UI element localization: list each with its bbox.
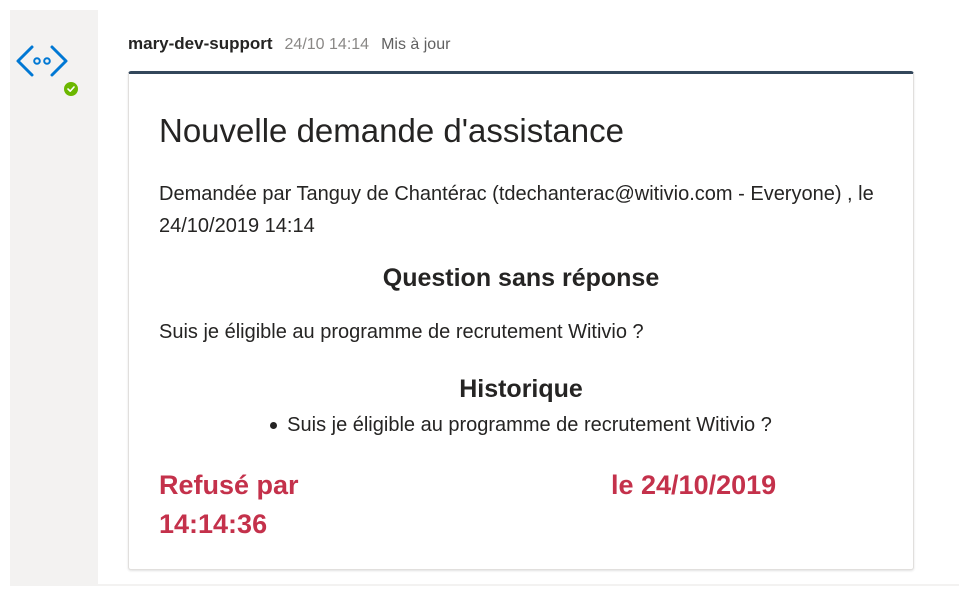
edited-label: Mis à jour (381, 36, 451, 53)
history-list: Suis je éligible au programme de recrute… (129, 414, 913, 437)
history-item: Suis je éligible au programme de recrute… (270, 414, 772, 437)
message-author[interactable]: mary-dev-support (128, 34, 273, 54)
status-date: le 24/10/2019 (611, 470, 777, 500)
presence-badge (62, 80, 80, 98)
history-heading: Historique (459, 375, 583, 403)
question-heading: Question sans réponse (382, 264, 660, 292)
status-refused-label: Refusé par (159, 470, 299, 500)
bullet-icon (270, 422, 278, 429)
history-item-text: Suis je éligible au programme de recrute… (287, 414, 772, 436)
card-title: Nouvelle demande d'assistance (159, 112, 624, 149)
status-time: 14:14:36 (159, 509, 268, 539)
available-check-icon (67, 86, 75, 92)
question-text: Suis je éligible au programme de recrute… (159, 321, 644, 343)
message-header: mary-dev-support 24/10 14:14 Mis à jour (128, 34, 450, 58)
adaptive-card: Nouvelle demande d'assistance Demandée p… (128, 71, 914, 570)
requested-by-text: Demandée par Tanguy de Chantérac (tdecha… (159, 183, 874, 237)
message-timestamp[interactable]: 24/10 14:14 (285, 36, 370, 54)
